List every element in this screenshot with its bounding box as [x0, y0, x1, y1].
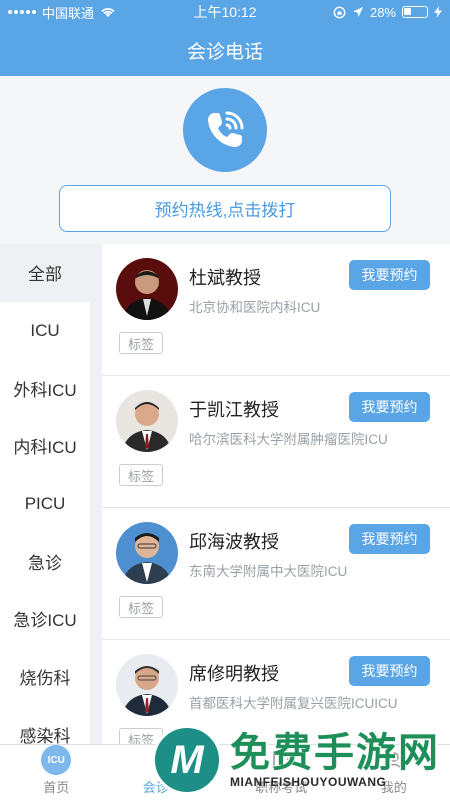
- doctor-tag: 标签: [119, 464, 164, 486]
- location-icon: [352, 7, 363, 17]
- book-button[interactable]: 我要预约: [349, 524, 430, 554]
- call-button[interactable]: [183, 88, 267, 172]
- doctor-name: 邱海波教授: [189, 532, 279, 552]
- carrier-label: 中国联通: [42, 5, 95, 21]
- battery-percent: 28%: [369, 4, 396, 20]
- sidebar-item-infectious[interactable]: 感染科: [0, 706, 90, 744]
- doctor-name: 席修明教授: [189, 664, 279, 684]
- hotline-button[interactable]: 预约热线,点击拨打: [59, 185, 391, 232]
- doctor-list: 杜斌教授 北京协和医院内科ICU 我要预约 标签 于凯江教授 哈尔滨医科大学附属…: [102, 244, 450, 744]
- book-button[interactable]: 我要预约: [349, 392, 430, 422]
- status-time: 上午10:12: [193, 4, 257, 20]
- sidebar-item-surgical-icu[interactable]: 外科ICU: [0, 359, 90, 417]
- sidebar-item-burns[interactable]: 烧伤科: [0, 648, 90, 706]
- charging-icon: [434, 6, 442, 18]
- watermark-title: 免费手游网: [230, 731, 440, 775]
- battery-icon: [402, 6, 428, 18]
- icu-logo-icon: ICU: [41, 745, 72, 775]
- status-bar: 中国联通 上午10:12 28%: [0, 0, 450, 24]
- doctor-name: 于凯江教授: [189, 400, 279, 420]
- sidebar-item-emergency[interactable]: 急诊: [0, 532, 90, 590]
- watermark-text: 免费手游网 MIANFEISHOUYOUWANG: [230, 731, 440, 789]
- status-right: 28%: [292, 5, 442, 20]
- tab-home[interactable]: ICU 首页: [0, 745, 113, 800]
- doctor-avatar: [116, 522, 178, 584]
- book-button[interactable]: 我要预约: [349, 656, 430, 686]
- doctor-avatar: [116, 258, 178, 320]
- hero-section: 预约热线,点击拨打: [0, 76, 450, 244]
- doctor-name: 杜斌教授: [189, 268, 261, 288]
- doctor-tag: 标签: [119, 332, 164, 354]
- rotation-lock-icon: [333, 6, 346, 18]
- sidebar-item-medical-icu[interactable]: 内科ICU: [0, 417, 90, 475]
- doctor-hospital: 哈尔滨医科大学附属肿瘤医院ICU: [189, 432, 388, 447]
- sidebar-item-all[interactable]: 全部: [0, 244, 90, 302]
- watermark-subtitle: MIANFEISHOUYOUWANG: [230, 775, 387, 789]
- doctor-card[interactable]: 于凯江教授 哈尔滨医科大学附属肿瘤医院ICU 我要预约 标签: [102, 376, 450, 508]
- doctor-hospital: 东南大学附属中大医院ICU: [189, 564, 348, 579]
- category-sidebar: 全部 ICU 外科ICU 内科ICU PICU 急诊 急诊ICU 烧伤科 感染科: [0, 244, 90, 744]
- doctor-hospital: 北京协和医院内科ICU: [189, 300, 321, 315]
- doctor-avatar: [116, 390, 178, 452]
- book-button[interactable]: 我要预约: [349, 260, 430, 290]
- doctor-card[interactable]: 邱海波教授 东南大学附属中大医院ICU 我要预约 标签: [102, 508, 450, 640]
- page-title: 会诊电话: [186, 41, 263, 63]
- doctor-avatar: [116, 654, 178, 716]
- watermark-overlay: M 免费手游网 MIANFEISHOUYOUWANG: [152, 720, 450, 800]
- sidebar-item-picu[interactable]: PICU: [0, 475, 90, 533]
- nav-bar: 会诊电话: [0, 24, 450, 76]
- signal-icon: [8, 10, 36, 14]
- status-left: 中国联通: [8, 3, 158, 22]
- tab-home-label: 首页: [43, 780, 70, 795]
- sidebar-item-icu[interactable]: ICU: [0, 302, 90, 360]
- phone-icon: [208, 111, 244, 147]
- sidebar-item-emergency-icu[interactable]: 急诊ICU: [0, 590, 90, 648]
- doctor-tag: 标签: [119, 596, 164, 618]
- doctor-card[interactable]: 杜斌教授 北京协和医院内科ICU 我要预约 标签: [102, 244, 450, 376]
- doctor-hospital: 首都医科大学附属复兴医院ICUICU: [189, 696, 398, 711]
- watermark-logo-icon: M: [152, 725, 222, 795]
- wifi-icon: [101, 8, 115, 17]
